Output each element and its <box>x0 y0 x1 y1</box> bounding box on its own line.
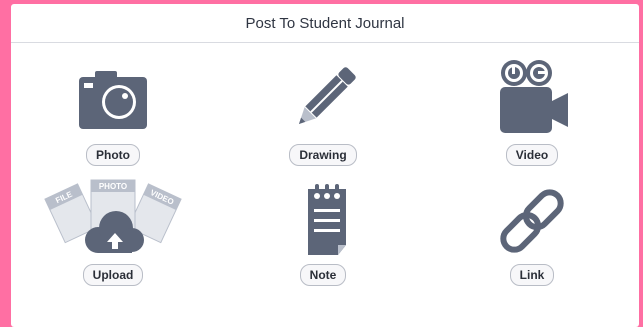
upload-card-photo-label: PHOTO <box>99 182 127 191</box>
upload-label: Upload <box>82 264 144 286</box>
upload-cloud-icon: FILE VIDEO PHOTO <box>44 179 182 253</box>
link-label: Link <box>509 264 555 286</box>
dialog-title: Post To Student Journal <box>245 14 405 32</box>
post-dialog: Post To Student Journal Photo Drawing Vi… <box>11 4 639 327</box>
upload-option[interactable]: FILE VIDEO PHOTO Upload <box>38 178 188 286</box>
video-camera-icon <box>500 60 568 133</box>
dialog-header: Post To Student Journal <box>11 4 639 43</box>
video-label: Video <box>505 144 559 166</box>
pencil-icon <box>298 67 356 125</box>
link-option[interactable]: Link <box>457 182 607 286</box>
photo-option[interactable]: Photo <box>38 60 188 166</box>
link-icon <box>500 189 564 253</box>
notepad-icon <box>308 184 346 255</box>
note-option[interactable]: Note <box>248 182 398 286</box>
drawing-label: Drawing <box>289 144 357 166</box>
camera-icon <box>79 71 147 129</box>
photo-label: Photo <box>86 144 140 166</box>
note-label: Note <box>299 264 347 286</box>
drawing-option[interactable]: Drawing <box>248 60 398 166</box>
video-option[interactable]: Video <box>457 54 607 166</box>
